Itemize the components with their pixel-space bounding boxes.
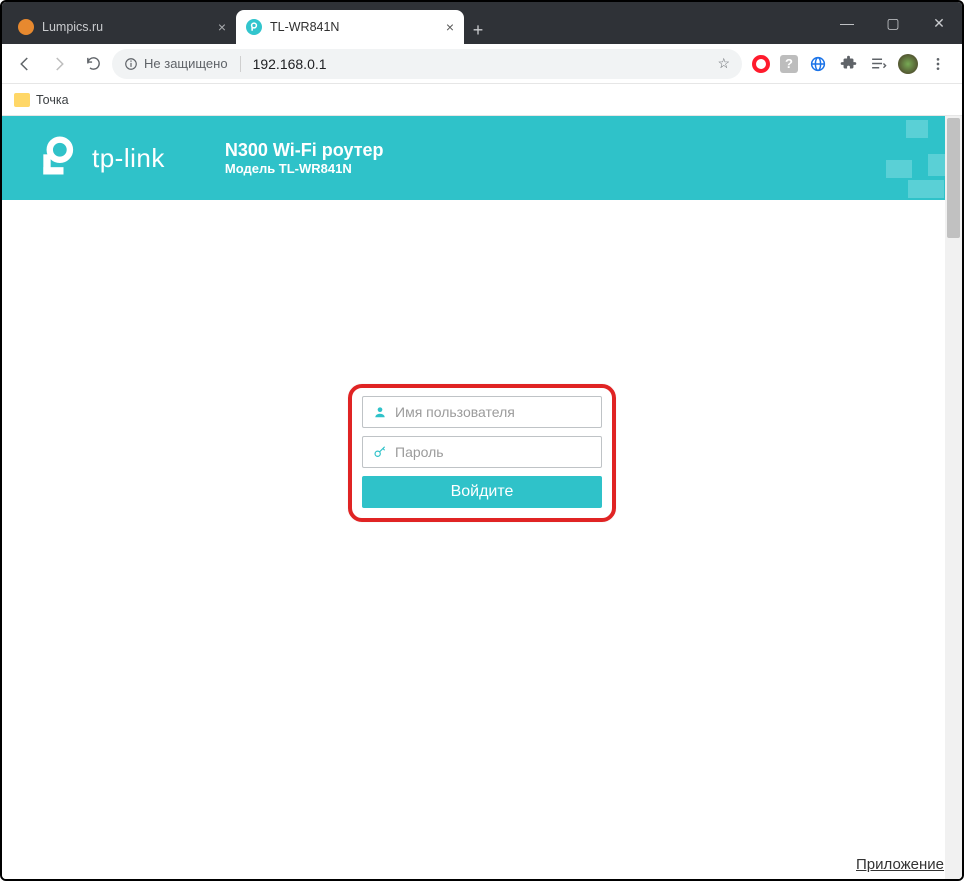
address-bar[interactable]: Не защищено 192.168.0.1 ☆ xyxy=(112,49,742,79)
header-banner: tp-link N300 Wi-Fi роутер Модель TL-WR84… xyxy=(2,116,962,200)
bookmarks-bar: Точка xyxy=(2,84,962,116)
extension-icons: ? xyxy=(746,54,954,74)
extensions-icon[interactable] xyxy=(838,54,858,74)
tab-strip: Lumpics.ru × TL-WR841N × + xyxy=(2,8,824,44)
reload-button[interactable] xyxy=(78,49,108,79)
brand-logo: tp-link xyxy=(36,136,165,180)
password-input[interactable] xyxy=(389,444,593,460)
close-window-button[interactable]: ✕ xyxy=(916,2,962,44)
key-icon xyxy=(371,445,389,459)
security-label: Не защищено xyxy=(144,56,228,71)
minimize-button[interactable]: — xyxy=(824,2,870,44)
close-icon[interactable]: × xyxy=(446,19,454,35)
globe-icon[interactable] xyxy=(808,54,828,74)
tab-tlwr841n[interactable]: TL-WR841N × xyxy=(236,10,464,44)
banner-decoration xyxy=(842,116,962,200)
app-link[interactable]: Приложение xyxy=(856,856,944,873)
tab-lumpics[interactable]: Lumpics.ru × xyxy=(8,10,236,44)
maximize-button[interactable]: ▢ xyxy=(870,2,916,44)
favicon-tplink xyxy=(246,19,262,35)
toolbar: Не защищено 192.168.0.1 ☆ ? xyxy=(2,44,962,84)
product-info: N300 Wi-Fi роутер Модель TL-WR841N xyxy=(225,140,384,176)
product-title: N300 Wi-Fi роутер xyxy=(225,140,384,161)
close-icon[interactable]: × xyxy=(218,19,226,35)
brand-name: tp-link xyxy=(92,143,165,174)
kebab-menu-icon[interactable] xyxy=(928,54,948,74)
login-form-highlight: Войдите xyxy=(348,384,616,522)
tab-title: TL-WR841N xyxy=(270,20,438,34)
info-icon xyxy=(124,57,138,71)
folder-icon xyxy=(14,93,30,107)
help-icon[interactable]: ? xyxy=(780,55,798,73)
profile-avatar[interactable] xyxy=(898,54,918,74)
username-input[interactable] xyxy=(389,404,593,420)
omnibox-divider xyxy=(240,56,241,72)
bookmark-star-icon[interactable]: ☆ xyxy=(717,55,730,72)
url-text: 192.168.0.1 xyxy=(253,56,712,72)
favicon-lumpics xyxy=(18,19,34,35)
username-field-wrap xyxy=(362,396,602,428)
vertical-scrollbar[interactable] xyxy=(945,116,962,879)
reading-list-icon[interactable] xyxy=(868,54,888,74)
back-button[interactable] xyxy=(10,49,40,79)
window-titlebar: Lumpics.ru × TL-WR841N × + — ▢ ✕ xyxy=(2,2,962,44)
login-button[interactable]: Войдите xyxy=(362,476,602,508)
window-controls: — ▢ ✕ xyxy=(824,2,962,44)
password-field-wrap xyxy=(362,436,602,468)
new-tab-button[interactable]: + xyxy=(464,16,492,44)
security-indicator[interactable]: Не защищено xyxy=(124,56,228,71)
tab-title: Lumpics.ru xyxy=(42,20,210,34)
opera-icon[interactable] xyxy=(752,55,770,73)
bookmark-item[interactable]: Точка xyxy=(36,93,69,107)
scrollbar-thumb[interactable] xyxy=(947,118,960,238)
page-content: tp-link N300 Wi-Fi роутер Модель TL-WR84… xyxy=(2,116,962,879)
user-icon xyxy=(371,405,389,419)
tplink-logo-icon xyxy=(36,136,80,180)
product-model: Модель TL-WR841N xyxy=(225,161,384,176)
forward-button[interactable] xyxy=(44,49,74,79)
